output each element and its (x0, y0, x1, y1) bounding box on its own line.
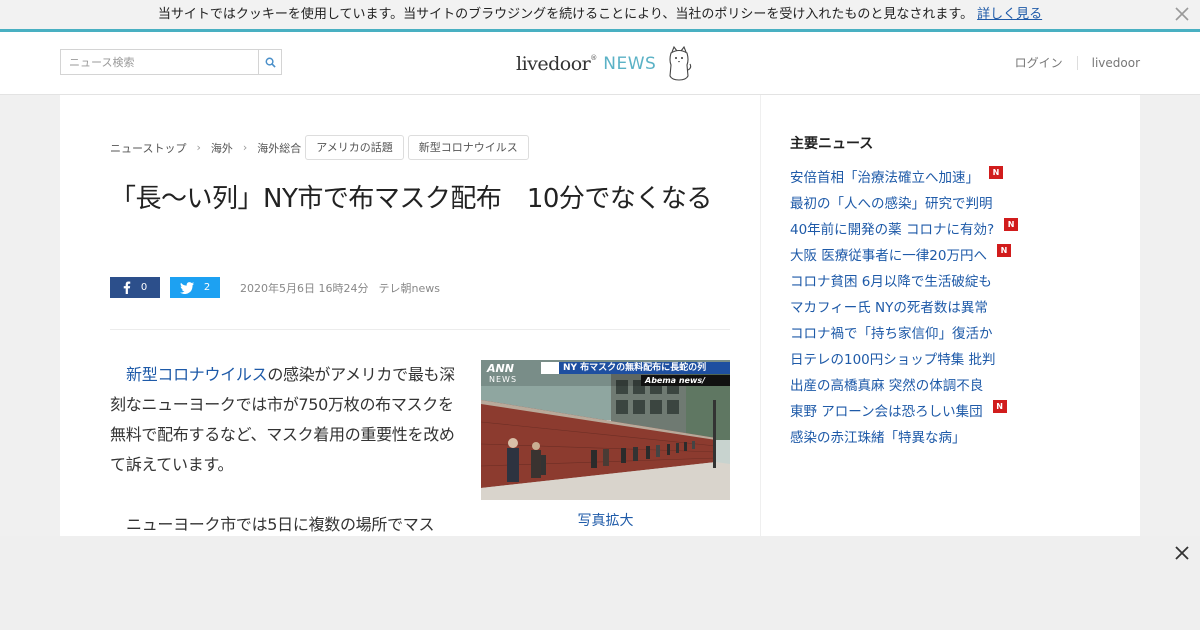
livedoor-link[interactable]: livedoor (1092, 56, 1140, 70)
news-item[interactable]: 感染の赤江珠緒「特異な病」 (790, 423, 1018, 449)
photo-brand-overlay: Abema news/ (645, 376, 706, 385)
article-date: 2020年5月6日 16時24分 (240, 281, 369, 295)
tag-coronavirus[interactable]: 新型コロナウイルス (407, 135, 529, 160)
news-item-title: マカフィー氏 NYの死者数は異常 (790, 300, 988, 316)
paragraph: 新型コロナウイルスの感染がアメリカで最も深刻なニューヨークでは市が750万枚の布… (110, 360, 455, 480)
photo-news-label: NEWS (489, 375, 518, 384)
search-box (60, 49, 282, 75)
facebook-icon (123, 281, 131, 294)
page-content: ニューストップ › 海外 › 海外総合 アメリカの話題 新型コロナウイルス 「長… (60, 95, 1140, 536)
news-item-title: 出産の高橋真麻 突然の体調不良 (790, 378, 984, 394)
logo-livedoor: livedoor (516, 53, 591, 75)
news-item-title: 東野 アローン会は恐ろしい集団 (790, 404, 983, 420)
cookie-banner: 当サイトではクッキーを使用しています。当サイトのブラウジングを続けることにより、… (0, 0, 1200, 29)
site-header: livedoor® NEWS ログイン livedoor (0, 32, 1200, 95)
close-icon[interactable] (1174, 6, 1190, 22)
news-item-title: 日テレの100円ショップ特集 批判 (790, 352, 996, 368)
article-source[interactable]: テレ朝news (378, 280, 439, 296)
logo-registered-mark: ® (590, 54, 598, 62)
article-title: 「長～い列」NY市で布マスク配布 10分でなくなる (110, 184, 712, 214)
keyword-link[interactable]: 新型コロナウイルス (126, 365, 268, 384)
news-item-title: コロナ貧困 6月以降で生活破綻も (790, 274, 992, 290)
ad-overlay (0, 536, 1200, 630)
breadcrumb-overseas[interactable]: 海外 (211, 140, 233, 156)
news-item[interactable]: 40年前に開発の薬 コロナに有効? N (790, 215, 1019, 241)
news-item-title: 大阪 医療従事者に一律20万円へ (790, 248, 987, 264)
news-item-title: 安倍首相「治療法確立へ加速」 (790, 170, 979, 186)
breadcrumb-overseas-general[interactable]: 海外総合 (257, 140, 301, 156)
twitter-share-button[interactable]: 2 (170, 277, 220, 298)
news-item[interactable]: 大阪 医療従事者に一律20万円へ N (790, 241, 1018, 267)
photo-image[interactable]: ANN NEWS NY 布マスクの無料配布に長蛇の列 Abema news/ (481, 360, 730, 500)
twitter-count: 2 (203, 282, 211, 293)
twitter-icon (179, 281, 194, 294)
news-item-title: コロナ禍で「持ち家信仰」復活か (790, 326, 993, 342)
header-nav: ログイン livedoor (1015, 54, 1140, 71)
news-item-title: 感染の赤江珠緒「特異な病」 (790, 430, 966, 446)
news-item[interactable]: 出産の高橋真麻 突然の体調不良 (790, 371, 1018, 397)
photo-enlarge-link[interactable]: 写真拡大 (481, 510, 730, 530)
news-item[interactable]: コロナ禍で「持ち家信仰」復活か (790, 319, 1018, 345)
news-item[interactable]: 東野 アローン会は恐ろしい集団 N (790, 397, 1018, 423)
news-item[interactable]: コロナ貧困 6月以降で生活破綻も (790, 267, 1018, 293)
news-item[interactable]: 安倍首相「治療法確立へ加速」 N (790, 163, 1018, 189)
new-badge: N (989, 165, 1003, 179)
site-logo[interactable]: livedoor ® NEWS (516, 44, 692, 84)
sidebar: 主要ニュース 安倍首相「治療法確立へ加速」 N 最初の「人への感染」研究で判明 4… (760, 95, 1140, 536)
search-input[interactable] (60, 49, 258, 75)
breadcrumb-news-top[interactable]: ニューストップ (110, 140, 186, 156)
top-news-list: 安倍首相「治療法確立へ加速」 N 最初の「人への感染」研究で判明 40年前に開発の… (790, 163, 1019, 449)
facebook-count: 0 (140, 282, 148, 293)
divider (110, 329, 730, 330)
chevron-right-icon: › (196, 141, 201, 154)
news-item-title: 最初の「人への感染」研究で判明 (790, 196, 993, 212)
new-badge: N (992, 399, 1007, 413)
news-item[interactable]: 日テレの100円ショップ特集 批判 (790, 345, 1018, 371)
sidebar-title: 主要ニュース (790, 136, 874, 152)
chevron-right-icon: › (242, 141, 248, 154)
news-item[interactable]: マカフィー氏 NYの死者数は異常 (790, 293, 1018, 319)
breadcrumb: ニューストップ › 海外 › 海外総合 アメリカの話題 新型コロナウイルス (110, 135, 529, 160)
login-link[interactable]: ログイン (1015, 54, 1063, 71)
tag-america[interactable]: アメリカの話題 (305, 135, 404, 160)
news-item-title: 40年前に開発の薬 コロナに有効? (790, 222, 995, 238)
photo-headline-overlay: NY 布マスクの無料配布に長蛇の列 (563, 363, 707, 373)
logo-news: NEWS (603, 54, 657, 74)
search-icon (265, 57, 276, 68)
photo-ann-label: ANN (487, 362, 514, 375)
article-photo: ANN NEWS NY 布マスクの無料配布に長蛇の列 Abema news/ 写… (481, 360, 730, 530)
dog-mascot-icon (669, 46, 692, 81)
close-icon[interactable] (1174, 545, 1190, 561)
search-button[interactable] (258, 49, 282, 75)
cookie-text: 当サイトではクッキーを使用しています。当サイトのブラウジングを続けることにより、… (157, 7, 974, 22)
facebook-share-button[interactable]: 0 (110, 277, 160, 298)
share-bar: 0 2 2020年5月6日 16時24分 テレ朝news (110, 277, 440, 298)
new-badge: N (996, 243, 1011, 257)
cookie-more-link[interactable]: 詳しく見る (977, 7, 1042, 22)
news-item[interactable]: 最初の「人への感染」研究で判明 (790, 189, 1018, 215)
new-badge: N (1004, 217, 1019, 231)
nav-divider (1076, 55, 1078, 70)
